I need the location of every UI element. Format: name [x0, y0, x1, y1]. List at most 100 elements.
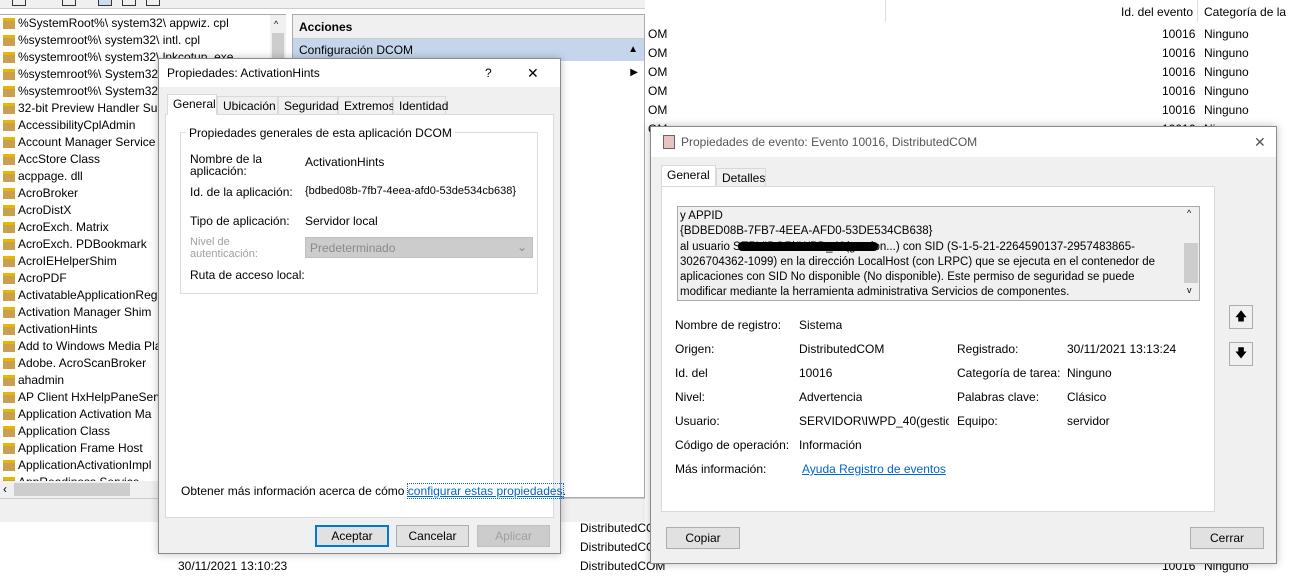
component-icon: [3, 324, 15, 335]
component-icon: [3, 426, 15, 437]
tab-extremos[interactable]: Extremos: [338, 96, 395, 115]
tab-general[interactable]: General: [167, 94, 217, 115]
component-icon: [3, 103, 15, 114]
component-icon: [3, 171, 15, 182]
name-value: ActivationHints: [305, 155, 385, 169]
close-dialog-button[interactable]: Cerrar: [1190, 527, 1264, 549]
toolbar-icon[interactable]: [98, 0, 112, 6]
pc-label: Equipo:: [957, 414, 998, 428]
toolbar-icon[interactable]: [62, 0, 76, 6]
event-message-box[interactable]: y APPID {BDBED08B-7FB7-4EEA-AFD0-53DE534C…: [677, 206, 1200, 301]
scroll-left-icon[interactable]: ‹: [3, 482, 7, 496]
reg-label: Registrado:: [957, 342, 1019, 356]
ok-button[interactable]: Aceptar: [315, 525, 389, 547]
collapse-icon[interactable]: ▲: [628, 39, 638, 61]
component-icon: [3, 256, 15, 267]
id-cell: 10016: [1162, 27, 1196, 41]
event-viewer-icon: [663, 135, 675, 149]
scroll-thumb[interactable]: [1184, 243, 1198, 283]
name-label: Nombre de la aplicación:: [190, 152, 263, 178]
toolbar-icon[interactable]: [12, 0, 26, 6]
redaction: [738, 242, 878, 251]
close-button[interactable]: ✕: [527, 59, 539, 87]
message-line: y APPID: [680, 210, 723, 222]
previous-event-button[interactable]: 🡅: [1229, 305, 1253, 329]
tab-seguridad[interactable]: Seguridad: [278, 96, 339, 115]
group-title: Propiedades generales de esta aplicación…: [186, 126, 455, 140]
toolbar-icon[interactable]: [146, 0, 160, 6]
component-icon: [3, 307, 15, 318]
dialog-title-bar: Propiedades: ActivationHints ? ✕: [159, 59, 560, 87]
close-button[interactable]: ✕: [1254, 127, 1266, 157]
table-row[interactable]: OM 10016 Ninguno: [645, 63, 1289, 82]
component-icon: [3, 392, 15, 403]
tab-ubicación[interactable]: Ubicación: [217, 96, 278, 115]
component-icon: [3, 205, 15, 216]
component-icon: [3, 154, 15, 165]
list-item-label: ActivatableApplicationReg: [18, 288, 158, 302]
auth-level-select[interactable]: Predeterminado ⌄: [305, 237, 533, 258]
next-event-button[interactable]: 🡇: [1229, 342, 1253, 366]
id-label: Id. del: [675, 366, 708, 380]
list-item-label: AcroPDF: [18, 271, 67, 285]
table-row[interactable]: OM 10016 Ninguno: [645, 82, 1289, 101]
list-item-label: acppage. dll: [18, 169, 83, 183]
component-icon: [3, 460, 15, 471]
scroll-up-icon[interactable]: ^: [1187, 208, 1191, 218]
log-value: Sistema: [799, 318, 843, 332]
list-item-label: %SystemRoot%\ system32\ appwiz. cpl: [18, 16, 229, 30]
list-item-label: Account Manager Service: [18, 135, 156, 149]
configure-link[interactable]: configurar estas propiedades: [406, 483, 564, 499]
column-header-category[interactable]: Categoría de la t: [1204, 4, 1289, 24]
auth-value: Predeterminado: [310, 241, 396, 255]
message-scrollbar[interactable]: ^ v: [1183, 207, 1199, 300]
list-item-label: Application Class: [18, 424, 111, 438]
tab-general[interactable]: General: [661, 165, 716, 186]
tab-identidad[interactable]: Identidad: [393, 96, 448, 115]
user-label: Usuario:: [675, 414, 720, 428]
submenu-arrow-icon[interactable]: ▶: [630, 67, 638, 78]
reg-value: 30/11/2021 13:13:24: [1067, 342, 1177, 356]
lvl-value: Advertencia: [799, 390, 863, 404]
list-item-label: %systemroot%\ System32\: [18, 67, 162, 81]
info-end: .: [562, 484, 566, 498]
table-row[interactable]: OM 10016 Ninguno: [645, 25, 1289, 44]
info-text: Obtener más información acerca de cómo: [181, 484, 408, 498]
apply-button: Aplicar: [477, 525, 550, 547]
scroll-down-icon[interactable]: v: [1187, 285, 1192, 295]
list-item[interactable]: %systemroot%\ system32\ intl. cpl: [0, 32, 285, 49]
column-header-event-id[interactable]: Id. del evento: [1121, 4, 1193, 24]
component-icon: [3, 239, 15, 250]
list-item-label: %systemroot%\ system32\ intl. cpl: [18, 33, 201, 47]
list-item[interactable]: %SystemRoot%\ system32\ appwiz. cpl: [0, 15, 285, 32]
path-label: Ruta de acceso local:: [190, 268, 305, 282]
list-item-label: AccessibilityCplAdmin: [18, 118, 136, 132]
more-link[interactable]: Ayuda Registro de eventos: [802, 462, 946, 476]
copy-button[interactable]: Copiar: [666, 527, 740, 549]
scroll-thumb[interactable]: [14, 483, 130, 496]
cancel-button[interactable]: Cancelar: [396, 525, 469, 547]
component-icon: [3, 273, 15, 284]
type-value: Servidor local: [305, 214, 378, 228]
category-cell: Ninguno: [1204, 65, 1249, 79]
scroll-up-icon[interactable]: ^: [274, 19, 278, 29]
table-row[interactable]: OM 10016 Ninguno: [645, 101, 1289, 120]
category-cell: Ninguno: [1204, 27, 1249, 41]
list-item-label: Application Frame Host: [18, 441, 143, 455]
table-row[interactable]: OM 10016 Ninguno: [645, 44, 1289, 63]
tab-detalles[interactable]: Detalles: [716, 168, 766, 187]
tab-panel-general: Propiedades generales de esta aplicación…: [165, 114, 566, 518]
help-button[interactable]: ?: [485, 59, 492, 87]
component-icon: [3, 86, 15, 97]
dialog-title-bar: Propiedades de evento: Evento 10016, Dis…: [651, 127, 1276, 157]
task-value: Ninguno: [1067, 366, 1112, 380]
tab-panel-general: y APPID {BDBED08B-7FB7-4EEA-AFD0-53DE534C…: [661, 186, 1215, 512]
more-label: Más información:: [675, 462, 767, 476]
id-value: 10016: [799, 366, 833, 380]
type-label: Tipo de aplicación:: [190, 214, 290, 228]
toolbar-icon[interactable]: [122, 0, 136, 6]
component-icon: [3, 188, 15, 199]
source-cell: OM: [648, 27, 668, 41]
actions-title: Acciones: [293, 15, 644, 39]
list-item-label: 32-bit Preview Handler Sur: [18, 101, 162, 115]
